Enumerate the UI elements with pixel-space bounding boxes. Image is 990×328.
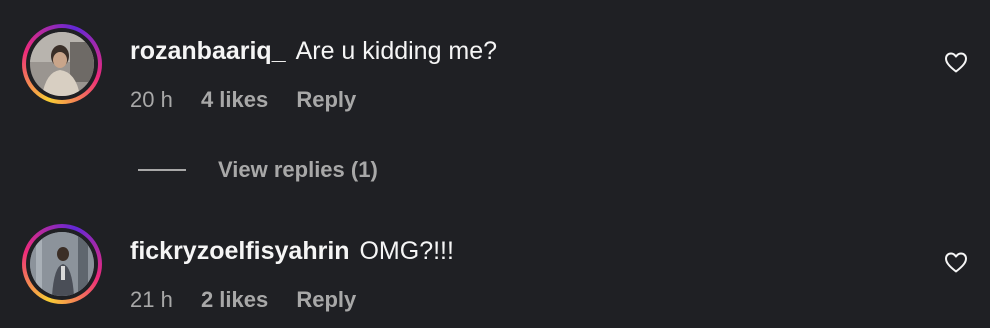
reply-button[interactable]: Reply [296,286,356,314]
comment-likes[interactable]: 4 likes [201,86,268,114]
comment-username[interactable]: rozanbaariq_ [130,37,286,65]
reply-button[interactable]: Reply [296,86,356,114]
comment-likes[interactable]: 2 likes [201,286,268,314]
heart-icon[interactable] [944,251,968,273]
comment-time: 21 h [130,287,173,312]
comment-time: 20 h [130,87,173,112]
avatar[interactable] [22,24,102,104]
comment-username[interactable]: fickryzoelfisyahrin [130,237,350,265]
comment-meta: 20 h 4 likes Reply [130,86,356,114]
comment-line: fickryzoelfisyahrin OMG?!!! [130,236,454,266]
comment-meta: 21 h 2 likes Reply [130,286,356,314]
comment-text: OMG?!!! [359,237,454,265]
heart-icon[interactable] [944,51,968,73]
view-replies-divider [138,169,186,171]
comment-text: Are u kidding me? [295,37,498,65]
comment-line: rozanbaariq_ Are u kidding me? [130,36,497,66]
view-replies-label[interactable]: View replies (1) [218,154,378,186]
avatar[interactable] [22,224,102,304]
avatar-photo [30,232,94,296]
avatar-photo [30,32,94,96]
